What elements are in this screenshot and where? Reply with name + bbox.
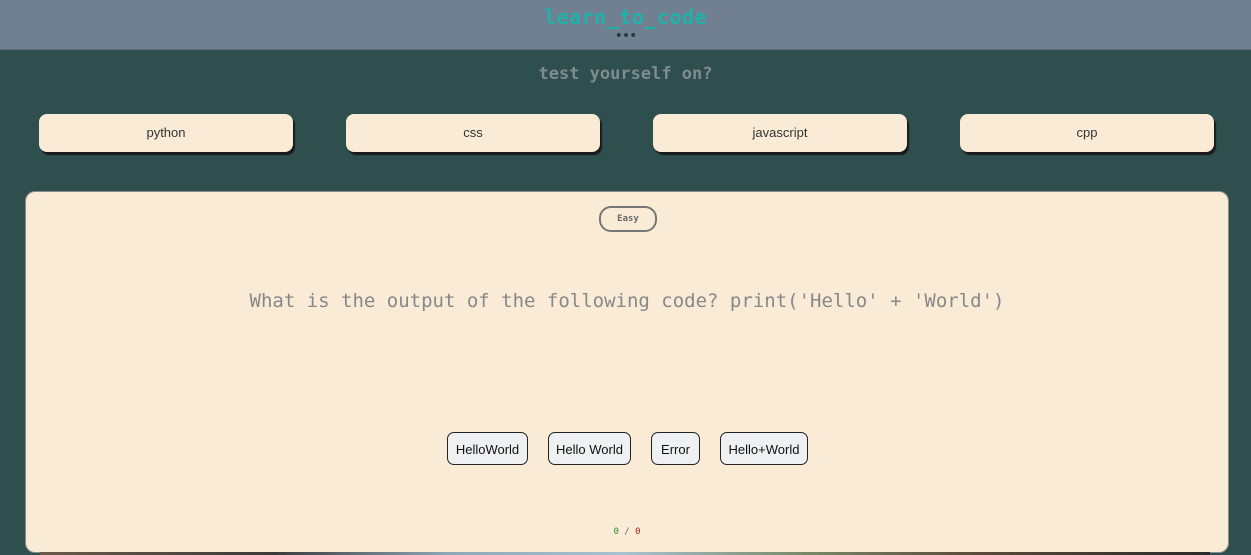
score-counter: 0 / 0: [26, 527, 1228, 537]
section-prompt: test yourself on?: [538, 64, 713, 84]
answer-button-3[interactable]: Error: [651, 432, 700, 465]
answer-button-1[interactable]: HelloWorld: [447, 432, 528, 465]
more-dots-icon[interactable]: •••: [0, 28, 1251, 44]
header: learn_to_code •••: [0, 0, 1251, 50]
quiz-card: Easy What is the output of the following…: [25, 191, 1229, 553]
answer-button-4[interactable]: Hello+World: [720, 432, 808, 465]
language-button-javascript[interactable]: javascript: [653, 114, 907, 152]
site-title[interactable]: learn_to_code: [0, 5, 1251, 29]
correct-count: 0: [613, 527, 619, 537]
answer-button-2[interactable]: Hello World: [548, 432, 631, 465]
language-button-python[interactable]: python: [39, 114, 293, 152]
difficulty-badge: Easy: [599, 206, 657, 232]
wrong-count: 0: [635, 527, 641, 537]
score-separator: /: [624, 527, 630, 537]
question-text: What is the output of the following code…: [249, 290, 1005, 312]
language-button-cpp[interactable]: cpp: [960, 114, 1214, 152]
language-button-css[interactable]: css: [346, 114, 600, 152]
